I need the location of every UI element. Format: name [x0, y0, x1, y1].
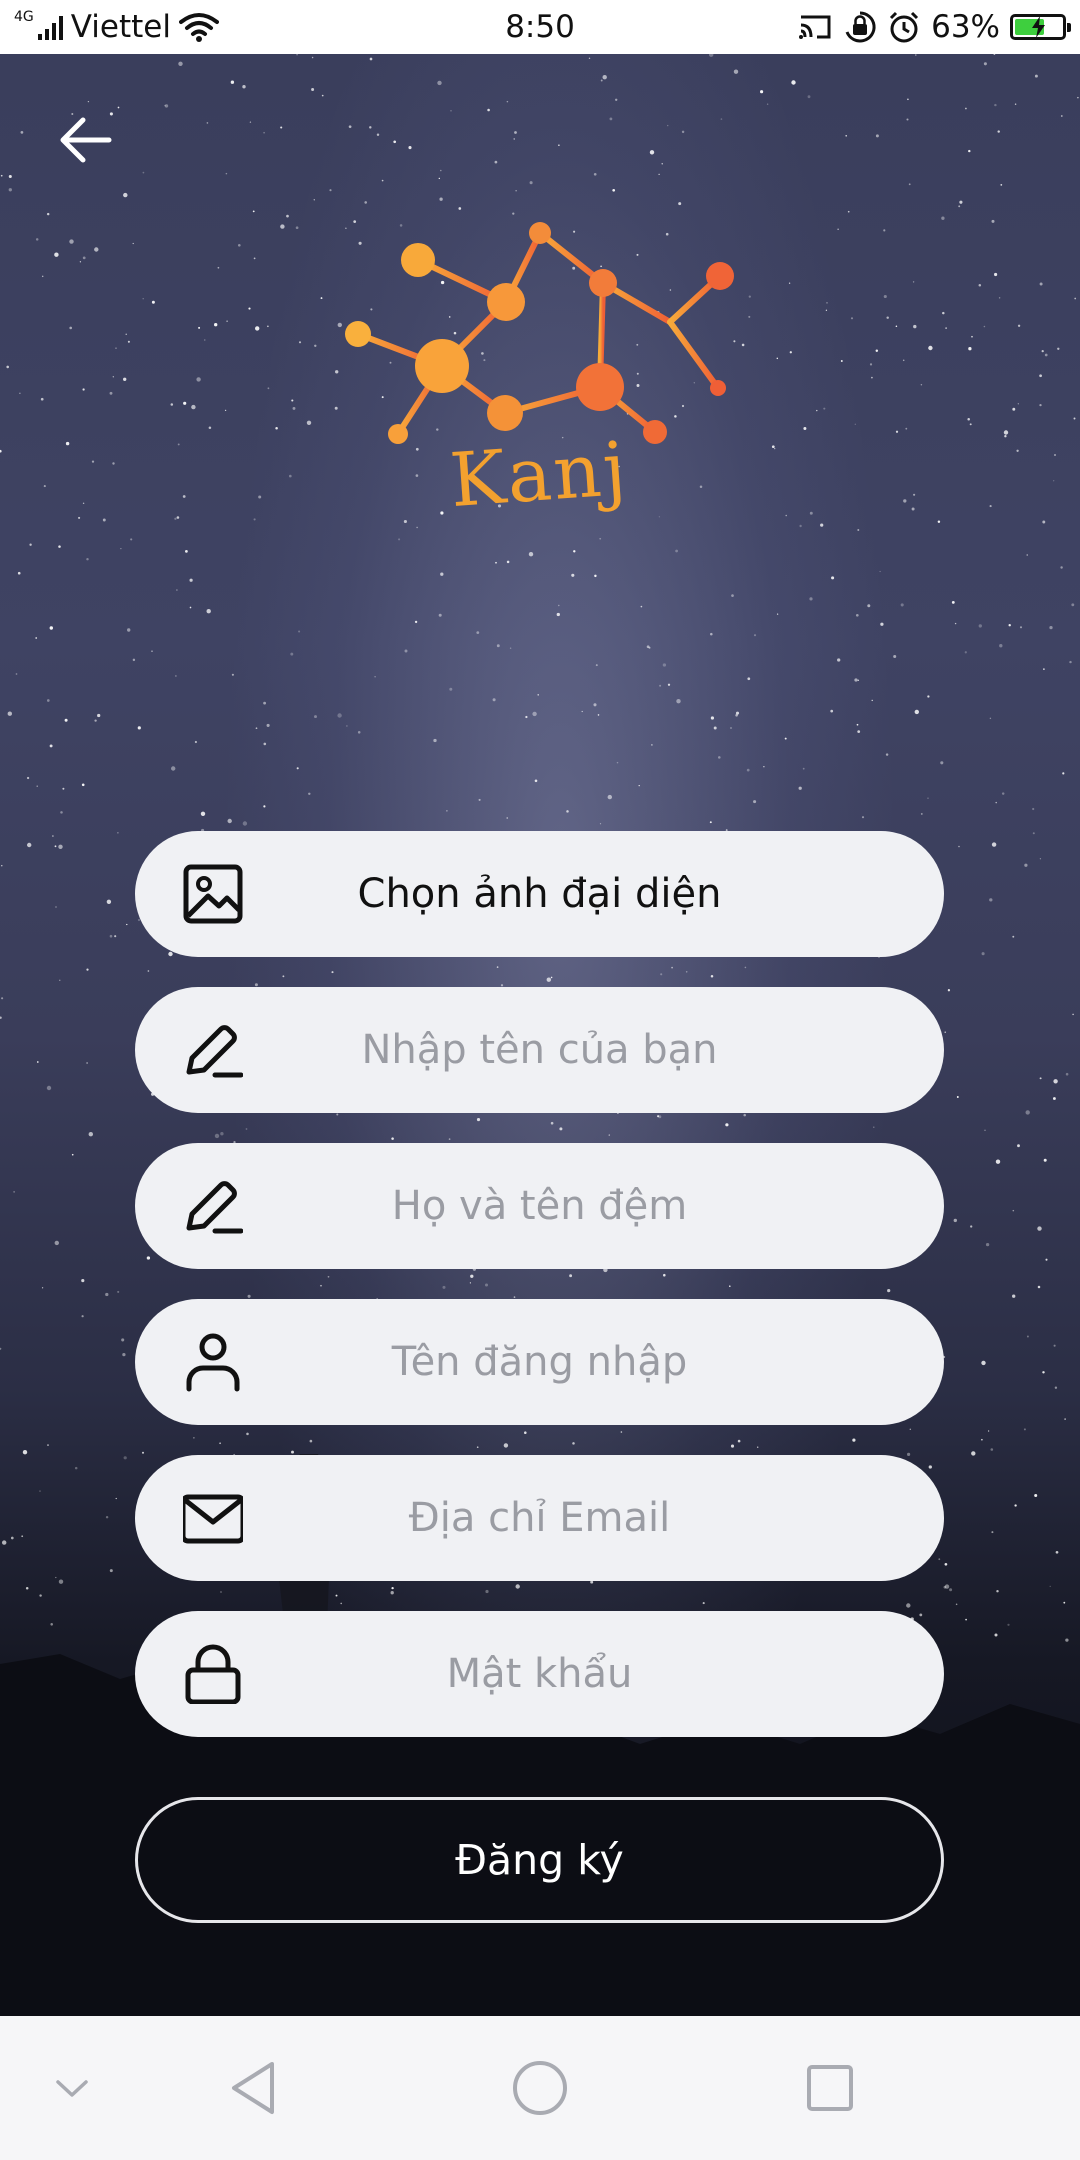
recents-square-icon[interactable] — [798, 2056, 862, 2120]
password-input[interactable] — [135, 1611, 944, 1737]
status-left: 4G Viettel — [14, 9, 394, 45]
battery-icon — [1010, 14, 1071, 40]
network-type: 4G — [14, 9, 34, 25]
arrow-left-icon — [60, 117, 112, 163]
back-triangle-icon[interactable] — [222, 2056, 286, 2120]
first-name-field[interactable] — [135, 987, 944, 1113]
email-input[interactable] — [135, 1455, 944, 1581]
carrier-name: Viettel — [70, 9, 171, 45]
username-field[interactable] — [135, 1299, 944, 1425]
alarm-icon — [890, 11, 919, 43]
app-screen: 4G Viettel 8:50 63% Kanj Chọn ảnh đại di… — [0, 0, 1080, 2160]
charging-bolt-icon — [1032, 16, 1045, 38]
signal-icon — [37, 14, 63, 40]
logo-wordmark: Kanj — [447, 425, 631, 525]
system-nav-bar — [0, 2016, 1080, 2160]
cast-icon — [799, 15, 831, 39]
last-name-field[interactable] — [135, 1143, 944, 1269]
battery-percent: 63% — [931, 9, 1000, 45]
rotation-lock-icon — [845, 11, 876, 43]
choose-avatar-label: Chọn ảnh đại diện — [357, 871, 722, 917]
password-field[interactable] — [135, 1611, 944, 1737]
last-name-input[interactable] — [135, 1143, 944, 1269]
email-field[interactable] — [135, 1455, 944, 1581]
status-right: 63% — [686, 9, 1071, 45]
wifi-icon — [178, 13, 219, 42]
home-circle-icon[interactable] — [508, 2056, 572, 2120]
status-time: 8:50 — [505, 9, 575, 45]
username-input[interactable] — [135, 1299, 944, 1425]
status-bar: 4G Viettel 8:50 63% — [0, 0, 1080, 54]
back-button[interactable] — [50, 105, 120, 175]
first-name-input[interactable] — [135, 987, 944, 1113]
chevron-down-icon[interactable] — [40, 2056, 104, 2120]
choose-avatar-button[interactable]: Chọn ảnh đại diện — [135, 831, 944, 957]
register-button[interactable]: Đăng ký — [135, 1797, 944, 1923]
